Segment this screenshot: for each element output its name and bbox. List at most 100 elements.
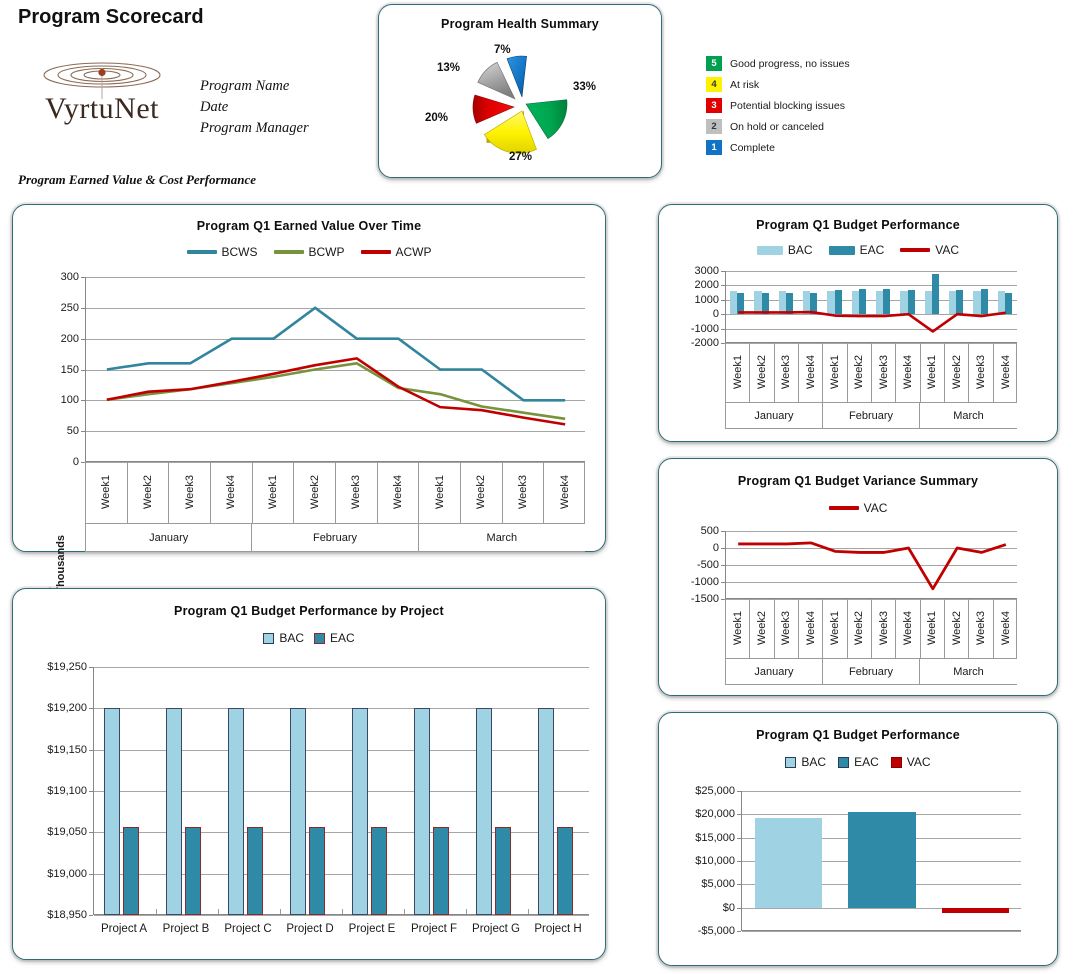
week-label: Week1 <box>926 611 939 646</box>
legend-text-bac: BAC <box>787 243 813 257</box>
week-label: Week3 <box>350 475 363 510</box>
project-label: Project G <box>472 923 520 935</box>
week-tick: Week2 <box>848 599 872 658</box>
week-label: Week3 <box>516 475 529 510</box>
bar-vac <box>941 907 1009 913</box>
legend-item-bcwp: BCWP <box>273 245 345 259</box>
project-label: Project B <box>162 923 210 935</box>
week-tick: Week4 <box>211 462 253 523</box>
legend-text-eac: EAC <box>859 243 885 257</box>
week-tick: Week4 <box>544 462 586 523</box>
legend-swatch-eac <box>828 245 855 255</box>
chart-title-by-project: Program Q1 Budget Performance by Project <box>174 604 444 618</box>
bar-bac <box>475 708 493 915</box>
bar-bac <box>413 708 431 915</box>
logo: VyrtuNet <box>22 58 182 136</box>
y-axis-tick: $19,000 <box>47 867 87 880</box>
legend-key-2: 2 <box>706 119 722 134</box>
legend-text-eac-total: EAC <box>854 755 879 769</box>
y-axis-tickmark <box>721 285 725 287</box>
y-axis-tickmark <box>89 708 93 710</box>
budget-performance-panel: Program Q1 Budget Performance BAC EAC VA… <box>658 204 1058 442</box>
y-axis-tick: $18,950 <box>47 909 87 921</box>
week-tick: Week1 <box>86 462 128 523</box>
y-axis-tickmark <box>737 931 741 932</box>
y-axis-tick: 500 <box>700 525 719 537</box>
week-label: Week3 <box>877 611 890 646</box>
week-label: Week1 <box>100 475 113 510</box>
gridline <box>94 915 589 916</box>
x-axis-tickmark <box>342 909 343 914</box>
bar-bac <box>227 708 245 915</box>
y-axis-tick: 100 <box>60 394 79 407</box>
legend-swatch-vac-summary <box>828 506 859 510</box>
legend-key-1: 1 <box>706 140 722 155</box>
y-axis-tick: 50 <box>66 425 79 438</box>
y-axis-tickmark <box>737 814 741 816</box>
bar-bac <box>351 708 369 915</box>
week-label: Week3 <box>780 611 793 646</box>
month-label: January <box>726 659 823 685</box>
legend-key-5: 5 <box>706 56 722 71</box>
week-tick: Week3 <box>336 462 378 523</box>
program-name-label: Program Name <box>200 78 290 94</box>
week-tick: Week3 <box>775 599 799 658</box>
x-axis-tickmark <box>280 909 281 914</box>
health-pie-chart: 33% 27% 20% 13% 7% <box>421 39 621 169</box>
week-tick: Week2 <box>848 343 872 402</box>
legend-text-acwp: ACWP <box>395 245 432 259</box>
y-axis-tickmark <box>81 369 85 371</box>
x-axis-tickmark <box>404 909 405 914</box>
legend-key-4: 4 <box>706 77 722 92</box>
legend-swatch-vac <box>900 248 931 252</box>
week-tick: Week1 <box>921 599 945 658</box>
week-label: Week2 <box>950 355 963 390</box>
pie-label-complete: 7% <box>494 44 511 56</box>
y-axis-tickmark <box>89 873 93 875</box>
week-label: Week3 <box>877 355 890 390</box>
legend-swatch-acwp <box>360 250 391 254</box>
week-tick: Week3 <box>872 599 897 658</box>
legend-swatch-vac-total <box>890 756 902 768</box>
week-tick: Week4 <box>799 599 824 658</box>
legend-text-bac-project: BAC <box>279 631 304 645</box>
legend-text-vac: VAC <box>935 243 960 257</box>
y-axis-tickmark <box>721 328 725 330</box>
project-label: Project D <box>286 923 334 935</box>
y-axis-tick: 300 <box>60 271 79 283</box>
project-label: Project A <box>100 923 148 935</box>
legend-item-eac: EAC <box>828 243 885 257</box>
week-tick: Week1 <box>726 343 751 402</box>
week-tick: Week2 <box>294 462 336 523</box>
week-tick: Week2 <box>750 343 775 402</box>
legend-label-4: At risk <box>730 78 760 91</box>
y-axis-tick: -1000 <box>690 322 719 335</box>
chart-title-budget-performance: Program Q1 Budget Performance <box>756 218 960 232</box>
y-axis-tick: $19,050 <box>47 826 87 839</box>
week-label: Week2 <box>853 611 866 646</box>
gridline <box>742 931 1021 932</box>
chart-title-budget-total: Program Q1 Budget Performance <box>756 728 960 742</box>
project-label: Project C <box>224 923 272 935</box>
y-axis-tickmark <box>721 314 725 316</box>
y-axis-tickmark <box>721 548 725 549</box>
month-label: February <box>823 659 920 685</box>
project-label: Project H <box>534 923 582 935</box>
earned-value-plot <box>85 277 585 463</box>
bar-eac <box>557 826 574 915</box>
y-axis-tick: -1000 <box>690 576 719 588</box>
week-tick: Week1 <box>823 599 848 658</box>
y-axis-tickmark <box>737 837 741 839</box>
legend-row-3: 3 Potential blocking issues <box>706 95 946 116</box>
y-axis-tick: 0 <box>72 456 79 468</box>
week-label: Week1 <box>731 355 744 390</box>
bar-bac <box>103 708 121 915</box>
week-tick: Week4 <box>994 343 1018 402</box>
week-tick: Week1 <box>419 462 461 523</box>
legend-label-1: Complete <box>730 141 775 154</box>
y-axis-tickmark <box>721 565 725 566</box>
legend-swatch-eac-total <box>838 756 850 768</box>
pie-label-blocking: 20% <box>425 112 449 124</box>
y-axis-tickmark <box>737 884 741 886</box>
week-tick: Week3 <box>169 462 211 523</box>
